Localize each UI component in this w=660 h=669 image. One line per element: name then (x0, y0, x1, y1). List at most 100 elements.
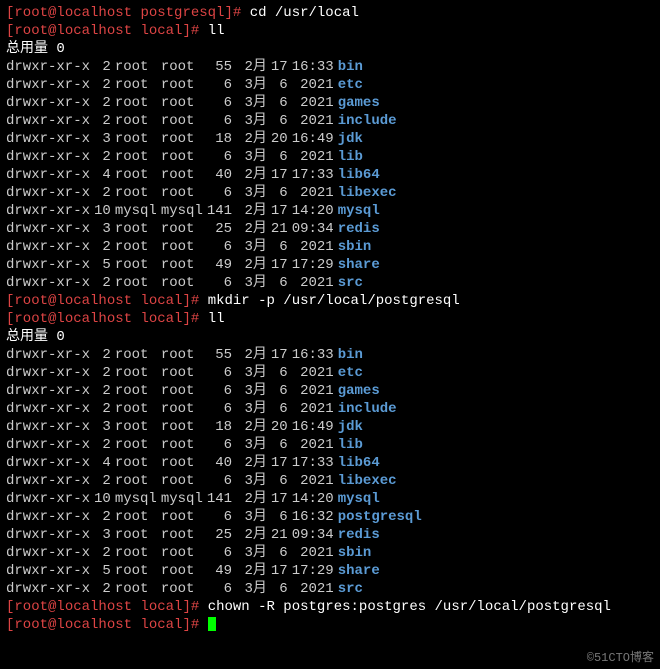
directory-name: libexec (338, 184, 401, 202)
time: 16:49 (292, 130, 338, 148)
month: 2月 (236, 454, 271, 472)
prompt-line[interactable]: [root@localhost local]# chown -R postgre… (6, 598, 654, 616)
group: root (161, 274, 207, 292)
prompt-line[interactable]: [root@localhost local]# ll (6, 22, 654, 40)
permissions: drwxr-xr-x (6, 580, 94, 598)
size: 6 (207, 436, 236, 454)
directory-name: jdk (338, 418, 426, 436)
listing-table: drwxr-xr-x 2root root 55 2月1716:33bindrw… (6, 58, 401, 292)
day: 20 (271, 130, 292, 148)
table-row: drwxr-xr-x 2root root 6 3月 6 2021etc (6, 76, 401, 94)
group: root (161, 94, 207, 112)
size: 18 (207, 418, 236, 436)
owner: root (115, 256, 161, 274)
group: root (161, 238, 207, 256)
owner: root (115, 112, 161, 130)
day: 17 (271, 166, 292, 184)
table-row: drwxr-xr-x 3root root 18 2月2016:49jdk (6, 130, 401, 148)
table-row: drwxr-xr-x 2root root 6 3月 6 2021sbin (6, 238, 401, 256)
directory-name: games (338, 94, 401, 112)
month: 2月 (236, 202, 271, 220)
prompt-line[interactable]: [root@localhost local]# ll (6, 310, 654, 328)
permissions: drwxr-xr-x (6, 112, 94, 130)
prompt-host: localhost (56, 311, 132, 327)
month: 3月 (236, 580, 271, 598)
prompt-line[interactable]: [root@localhost postgresql]# cd /usr/loc… (6, 4, 654, 22)
prompt-line[interactable]: [root@localhost local]# mkdir -p /usr/lo… (6, 292, 654, 310)
link-count: 2 (94, 544, 115, 562)
size: 6 (207, 148, 236, 166)
permissions: drwxr-xr-x (6, 562, 94, 580)
table-row: drwxr-xr-x 3root root 25 2月2109:34redis (6, 526, 426, 544)
size: 55 (207, 346, 236, 364)
size: 55 (207, 58, 236, 76)
owner: root (115, 130, 161, 148)
time: 2021 (292, 238, 338, 256)
table-row: drwxr-xr-x 2root root 6 3月 6 2021include (6, 112, 401, 130)
size: 6 (207, 274, 236, 292)
month: 3月 (236, 112, 271, 130)
time: 16:32 (292, 508, 338, 526)
group: root (161, 76, 207, 94)
day: 17 (271, 562, 292, 580)
day: 17 (271, 202, 292, 220)
owner: root (115, 580, 161, 598)
permissions: drwxr-xr-x (6, 76, 94, 94)
prompt-hash: # (191, 311, 208, 327)
table-row: drwxr-xr-x10mysqlmysql141 2月1714:20mysql (6, 202, 401, 220)
permissions: drwxr-xr-x (6, 130, 94, 148)
day: 17 (271, 346, 292, 364)
group: root (161, 112, 207, 130)
table-row: drwxr-xr-x 2root root 6 3月 6 2021etc (6, 364, 426, 382)
link-count: 3 (94, 418, 115, 436)
time: 17:29 (292, 562, 338, 580)
owner: root (115, 166, 161, 184)
day: 6 (271, 472, 292, 490)
month: 3月 (236, 472, 271, 490)
directory-name: postgresql (338, 508, 426, 526)
owner: root (115, 364, 161, 382)
size: 6 (207, 400, 236, 418)
directory-name: lib64 (338, 166, 401, 184)
owner: root (115, 382, 161, 400)
bracket-close: ] (182, 23, 190, 39)
link-count: 4 (94, 166, 115, 184)
time: 2021 (292, 580, 338, 598)
size: 6 (207, 112, 236, 130)
group: root (161, 220, 207, 238)
size: 49 (207, 256, 236, 274)
prompt-host: localhost (56, 23, 132, 39)
group: root (161, 184, 207, 202)
prompt-path: postgresql (132, 5, 224, 21)
month: 2月 (236, 346, 271, 364)
link-count: 2 (94, 58, 115, 76)
terminal[interactable]: [root@localhost postgresql]# cd /usr/loc… (6, 4, 654, 634)
directory-name: mysql (338, 202, 401, 220)
size: 25 (207, 526, 236, 544)
prompt-path: local (132, 617, 182, 633)
owner: root (115, 346, 161, 364)
month: 3月 (236, 364, 271, 382)
table-row: drwxr-xr-x 2root root 6 3月 6 2021lib (6, 148, 401, 166)
day: 6 (271, 364, 292, 382)
size: 6 (207, 544, 236, 562)
owner: root (115, 526, 161, 544)
time: 09:34 (292, 526, 338, 544)
group: root (161, 400, 207, 418)
owner: root (115, 400, 161, 418)
month: 3月 (236, 148, 271, 166)
permissions: drwxr-xr-x (6, 526, 94, 544)
day: 6 (271, 580, 292, 598)
watermark: ©51CTO博客 (587, 649, 654, 667)
prompt-host: localhost (56, 5, 132, 21)
owner: root (115, 220, 161, 238)
link-count: 3 (94, 526, 115, 544)
directory-name: share (338, 256, 401, 274)
prompt-line[interactable]: [root@localhost local]# (6, 616, 654, 634)
owner: mysql (115, 490, 161, 508)
directory-name: redis (338, 526, 426, 544)
table-row: drwxr-xr-x 4root root 40 2月1717:33lib64 (6, 454, 426, 472)
link-count: 2 (94, 472, 115, 490)
owner: root (115, 544, 161, 562)
command-text: cd /usr/local (250, 5, 359, 21)
